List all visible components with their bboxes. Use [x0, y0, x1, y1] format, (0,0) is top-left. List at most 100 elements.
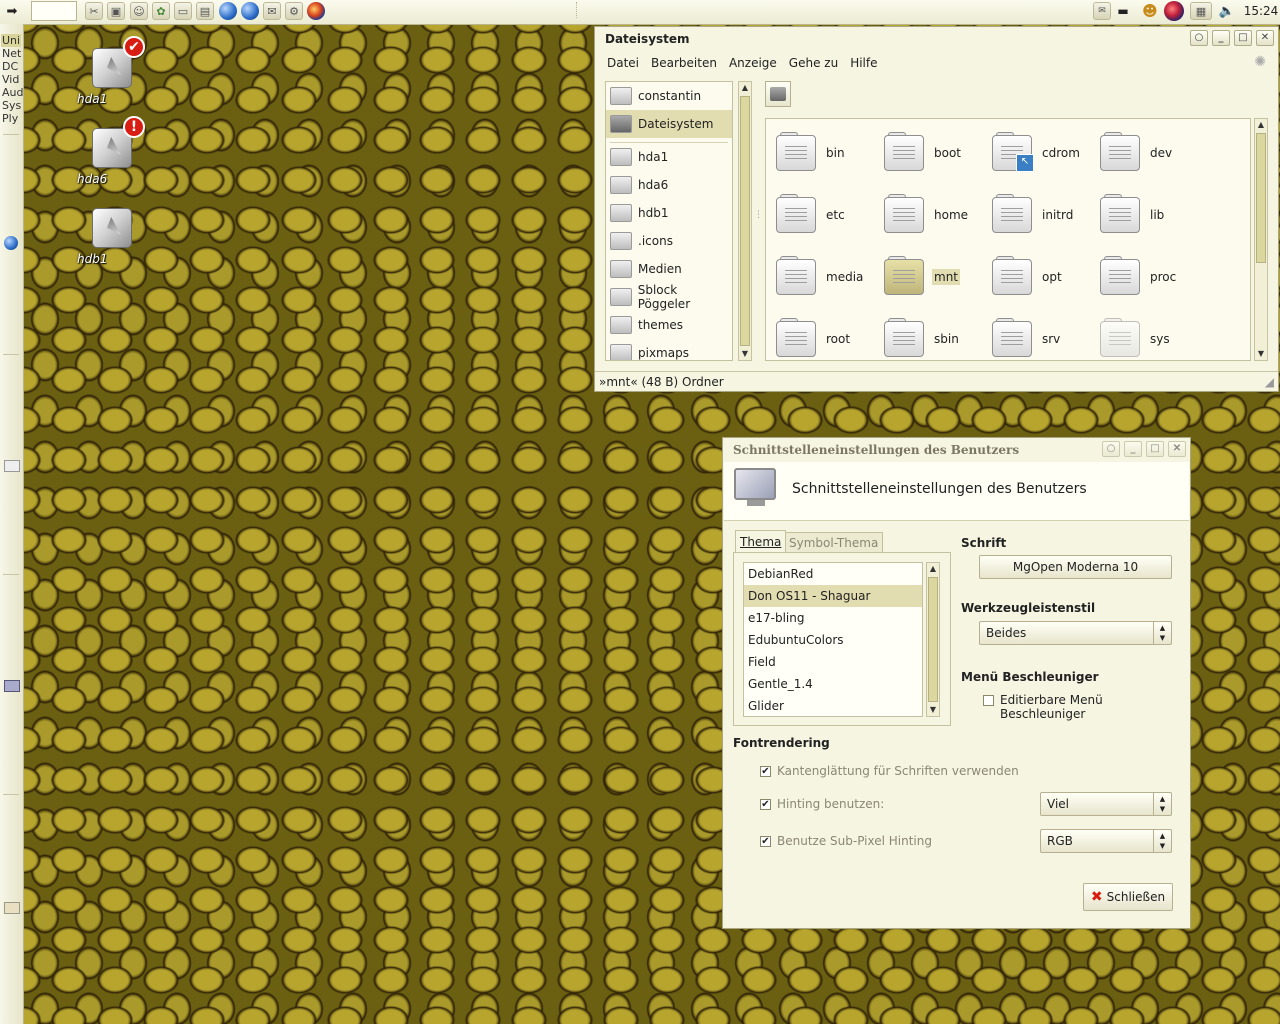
monitor-icon[interactable]: ▣ [107, 2, 125, 20]
sidebar-item-hda6[interactable]: hda6 [606, 171, 732, 199]
folder-sbin[interactable]: sbin [882, 311, 982, 360]
scroll-up-icon[interactable]: ▲ [739, 82, 751, 94]
menu-bearbeiten[interactable]: Bearbeiten [645, 56, 723, 70]
window-icon[interactable]: ▭ [174, 2, 192, 20]
toolbar-style-combo[interactable]: Beides ▲ ▼ [979, 621, 1172, 645]
list-item[interactable]: e17-bling [744, 607, 922, 629]
image-icon[interactable]: ▤ [196, 2, 214, 20]
tools-icon[interactable]: ✂ [85, 2, 103, 20]
hinting-checkbox[interactable]: ✔ [760, 799, 771, 810]
subpixel-combo[interactable]: RGB ▲ ▼ [1040, 829, 1172, 853]
run-command-input[interactable] [31, 1, 77, 21]
movie-icon[interactable]: ▦ [1190, 2, 1212, 20]
user-icon[interactable]: ☻ [1141, 2, 1159, 20]
close-dialog-button[interactable]: ✖ Schließen [1083, 883, 1173, 911]
scrollbar-thumb[interactable] [1256, 133, 1266, 263]
minimize-button[interactable]: _ [1124, 441, 1142, 457]
firefox-icon[interactable] [307, 2, 325, 20]
clock[interactable]: 15:24 [1244, 2, 1279, 20]
scroll-down-icon[interactable]: ▼ [927, 704, 939, 716]
window-titlebar[interactable]: Dateisystem ○ _ □ ✕ [595, 27, 1278, 51]
resize-grip-icon[interactable]: ◢ [1265, 372, 1274, 392]
list-item[interactable]: Gentle_1.4 [744, 673, 922, 695]
scrollbar-thumb[interactable] [740, 96, 750, 346]
folder-srv[interactable]: srv [990, 311, 1090, 360]
hinting-label[interactable]: Hinting benutzen: [777, 797, 884, 811]
drive-icon[interactable] [4, 460, 20, 472]
pane-resize-handle[interactable]: ⋮ [754, 210, 763, 220]
menu-anzeige[interactable]: Anzeige [723, 56, 783, 70]
icon-view-scrollbar[interactable]: ▲ ▼ [1254, 118, 1268, 361]
font-select-button[interactable]: MgOpen Moderna 10 [979, 555, 1172, 579]
scroll-up-icon[interactable]: ▲ [1255, 119, 1267, 131]
antialias-checkbox[interactable]: ✔ [760, 766, 771, 777]
left-panel-item-net[interactable]: Net [1, 47, 21, 60]
network-icon[interactable] [1164, 1, 1184, 21]
sidebar-item-hda1[interactable]: hda1 [606, 143, 732, 171]
left-panel-item-aud[interactable]: Aud [1, 86, 23, 99]
antialias-label[interactable]: Kantenglättung für Schriften verwenden [777, 764, 1019, 778]
sidebar-item-medien[interactable]: Medien [606, 255, 732, 283]
left-panel-item-ply[interactable]: Ply [1, 112, 21, 125]
editable-accelerators-label[interactable]: Editierbare Menü Beschleuniger [1000, 693, 1190, 721]
list-item[interactable]: EdubuntuColors [744, 629, 922, 651]
folder-bin[interactable]: bin [774, 125, 874, 181]
left-panel-item-vid[interactable]: Vid [1, 73, 21, 86]
window-menu-button[interactable]: ○ [1190, 30, 1208, 46]
theme-list[interactable]: DebianRed Don OS11 - Shaguar e17-bling E… [743, 562, 923, 717]
maximize-button[interactable]: □ [1234, 30, 1252, 46]
desktop-icon-hda1[interactable]: ✔ hda1 [77, 36, 147, 106]
menu-gehe-zu[interactable]: Gehe zu [783, 56, 844, 70]
envelope-icon[interactable] [4, 902, 20, 914]
folder-dev[interactable]: dev [1098, 125, 1198, 181]
monitor-icon[interactable] [4, 680, 20, 692]
folder-initrd[interactable]: initrd [990, 187, 1090, 243]
sidebar-item-themes[interactable]: themes [606, 311, 732, 339]
close-button[interactable]: ✕ [1256, 30, 1274, 46]
gear-flower-icon[interactable]: ✿ [152, 2, 170, 20]
globe-icon-2[interactable] [241, 2, 259, 20]
list-item[interactable]: DebianRed [744, 563, 922, 585]
editable-accelerators-checkbox[interactable] [983, 695, 994, 706]
menu-datei[interactable]: Datei [601, 56, 645, 70]
sidebar-item-pixmaps[interactable]: pixmaps [606, 339, 732, 360]
globe-icon[interactable] [4, 236, 18, 250]
person-icon[interactable]: ☺ [130, 2, 148, 20]
sidebar-item-sblock[interactable]: Sblock Pöggeler [606, 283, 732, 311]
desktop-icon-hda6[interactable]: ! hda6 [77, 116, 147, 186]
sidebar-scrollbar[interactable]: ▲ ▼ [738, 81, 752, 361]
scroll-down-icon[interactable]: ▼ [739, 348, 751, 360]
menu-hilfe[interactable]: Hilfe [844, 56, 883, 70]
sidebar-item-constantin[interactable]: constantin [606, 82, 732, 110]
subpixel-label[interactable]: Benutze Sub-Pixel Hinting [777, 834, 932, 848]
folder-mnt[interactable]: mnt [882, 249, 982, 305]
envelope-icon[interactable]: ✉ [263, 2, 281, 20]
sidebar-item-hdb1[interactable]: hdb1 [606, 199, 732, 227]
left-panel-item-dc[interactable]: DC [1, 60, 21, 73]
maximize-button[interactable]: □ [1146, 441, 1164, 457]
theme-list-scrollbar[interactable]: ▲ ▼ [926, 562, 940, 717]
scroll-up-icon[interactable]: ▲ [927, 563, 939, 575]
desktop-icon-hdb1[interactable]: hdb1 [77, 208, 147, 266]
hinting-combo[interactable]: Viel ▲ ▼ [1040, 792, 1172, 816]
gear-icon[interactable]: ⚙ [285, 2, 303, 20]
folder-sys[interactable]: sys [1098, 311, 1198, 360]
window-menu-button[interactable]: ○ [1102, 441, 1120, 457]
minimize-button[interactable]: _ [1212, 30, 1230, 46]
folder-boot[interactable]: boot [882, 125, 982, 181]
folder-opt[interactable]: opt [990, 249, 1090, 305]
tab-thema[interactable]: Thema [735, 530, 787, 552]
battery-icon[interactable]: ▬ [1116, 2, 1130, 20]
volume-icon[interactable]: 🔈 [1218, 2, 1236, 20]
tab-symbol-thema[interactable]: Symbol-Thema [784, 532, 884, 552]
subpixel-checkbox[interactable]: ✔ [760, 836, 771, 847]
folder-lib[interactable]: lib [1098, 187, 1198, 243]
folder-proc[interactable]: proc [1098, 249, 1198, 305]
folder-cdrom[interactable]: ↖ cdrom [990, 125, 1090, 181]
location-drive-button[interactable] [765, 81, 791, 107]
left-panel-item-sys[interactable]: Sys [1, 99, 21, 112]
dialog-titlebar[interactable]: Schnittstelleneinstellungen des Benutzer… [723, 438, 1190, 462]
folder-media[interactable]: media [774, 249, 874, 305]
list-item[interactable]: Field [744, 651, 922, 673]
sidebar-item-icons[interactable]: .icons [606, 227, 732, 255]
